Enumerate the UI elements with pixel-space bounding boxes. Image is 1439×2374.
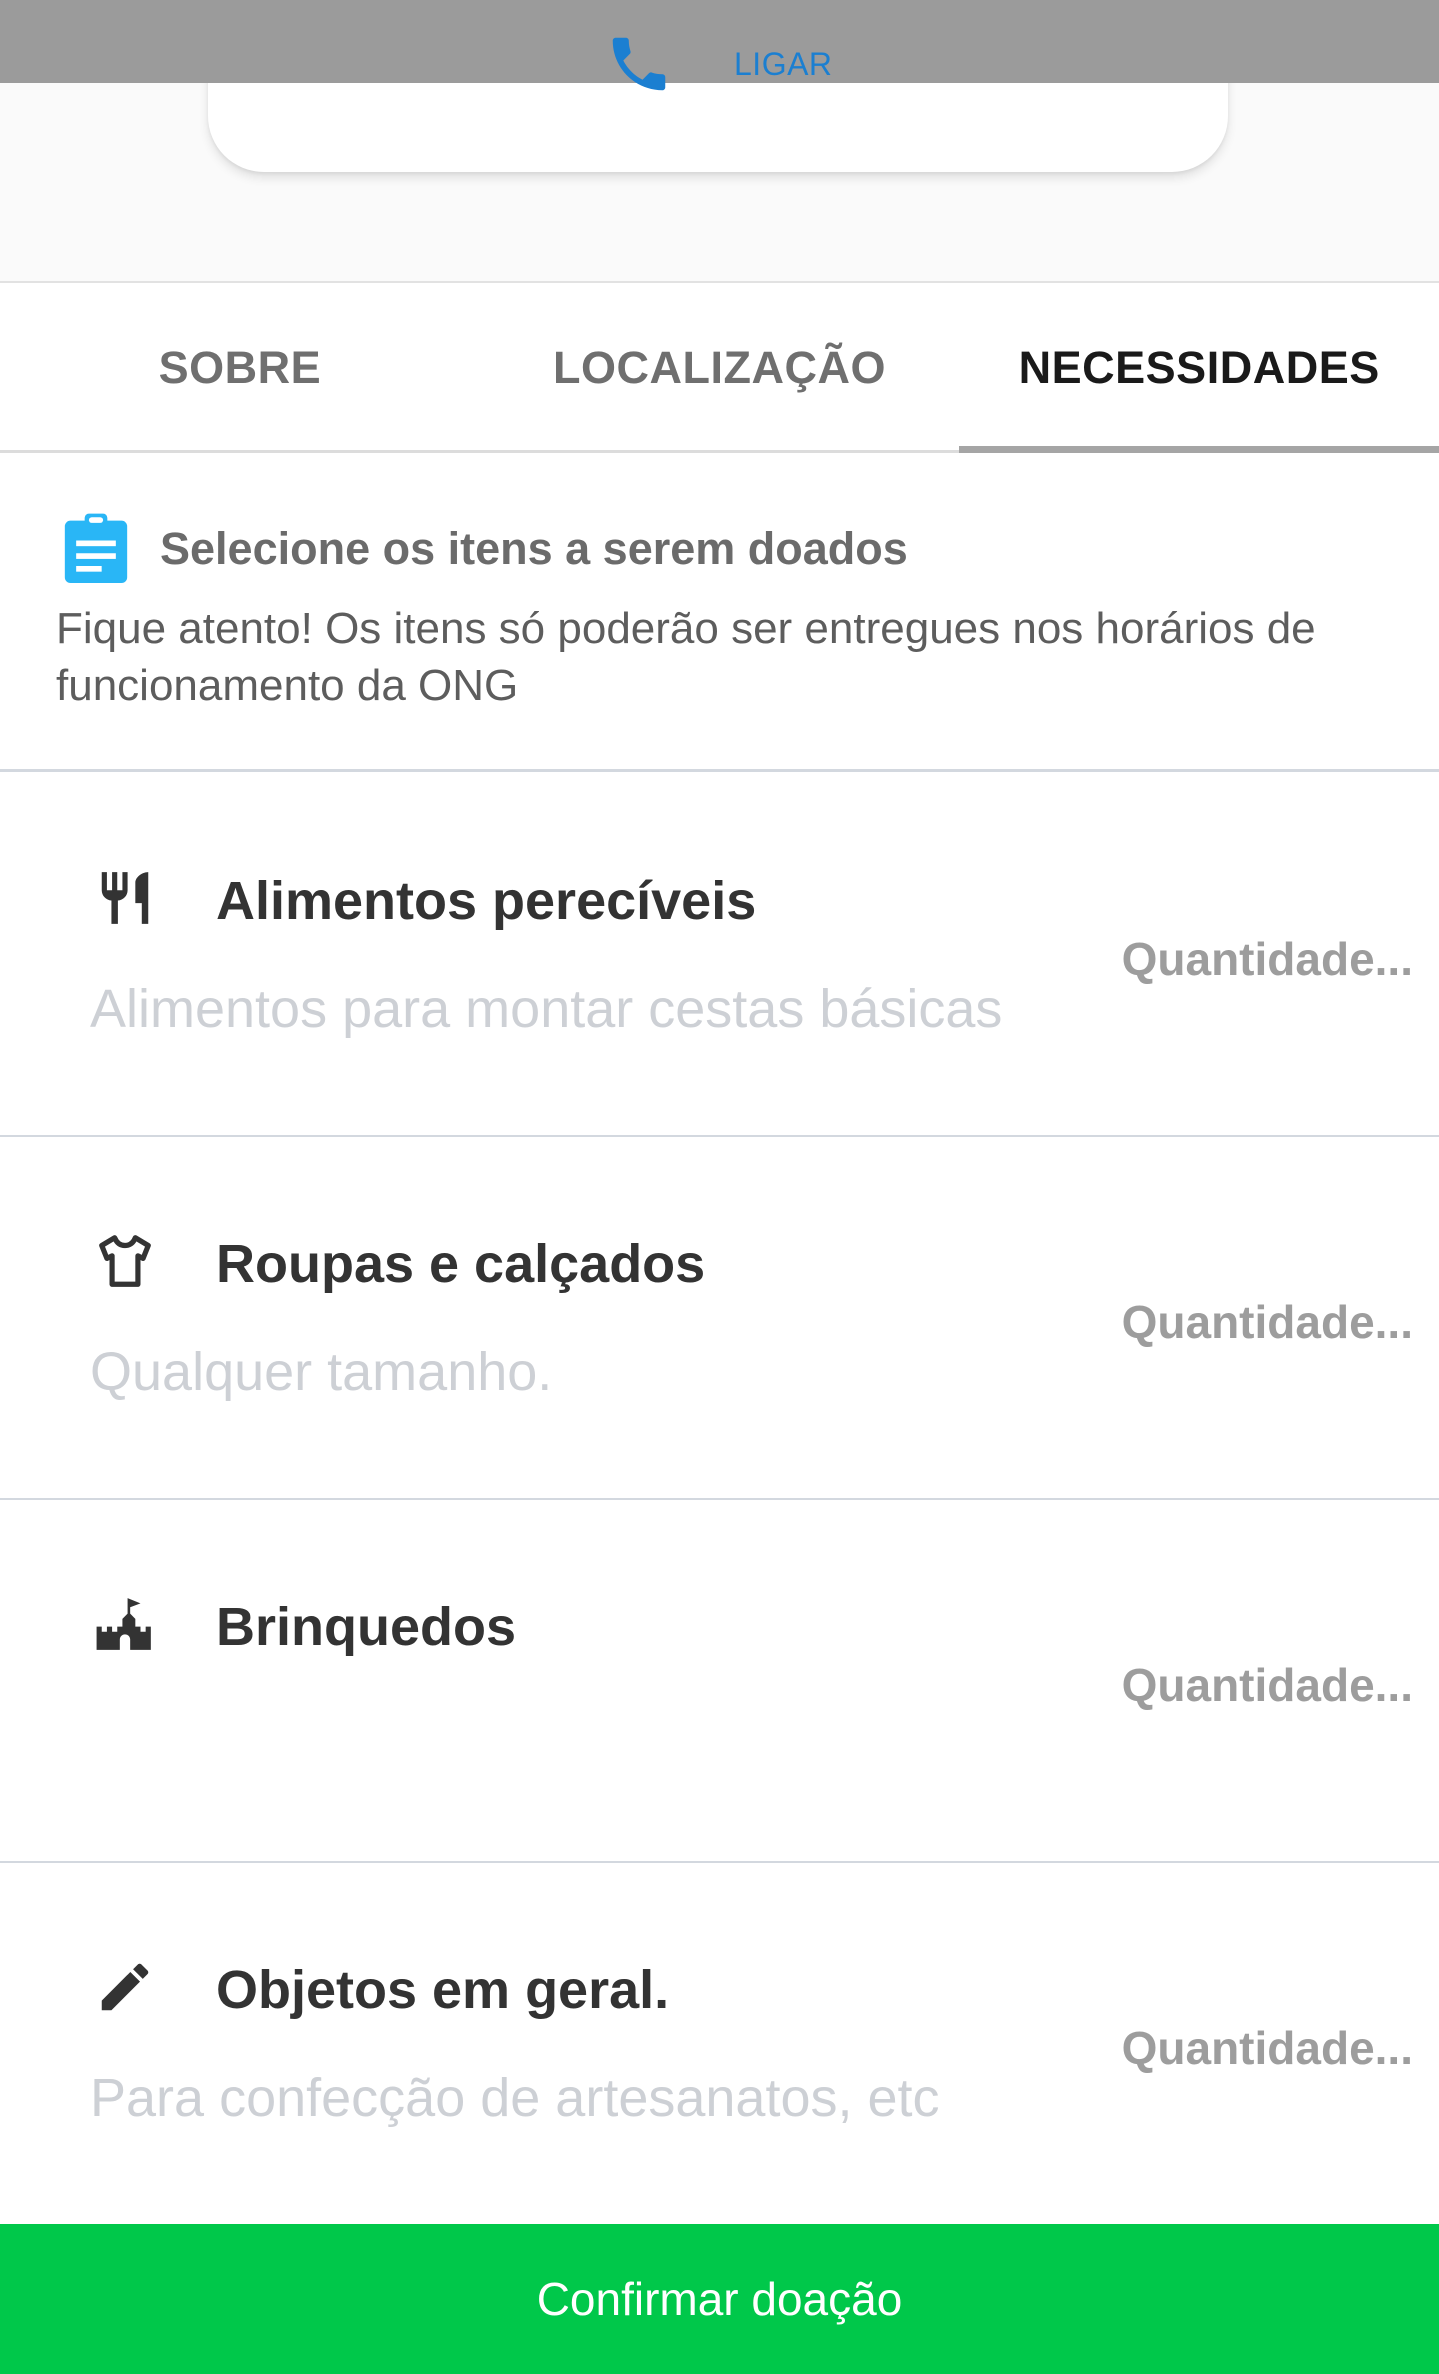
tab-localizacao[interactable]: LOCALIZAÇÃO bbox=[480, 285, 960, 450]
need-item-description: Alimentos para montar cestas básicas bbox=[90, 979, 1003, 1039]
call-label: LIGAR bbox=[734, 45, 833, 82]
fork-knife-icon bbox=[94, 866, 156, 930]
pencil-icon bbox=[94, 1955, 156, 2019]
need-item-description: Para confecção de artesanatos, etc bbox=[90, 2068, 940, 2128]
tab-necessidades[interactable]: NECESSIDADES bbox=[959, 285, 1439, 453]
instructions-title: Selecione os itens a serem doados bbox=[160, 523, 908, 574]
tab-sobre[interactable]: SOBRE bbox=[0, 285, 480, 450]
need-item-title: Brinquedos bbox=[216, 1597, 517, 1657]
tshirt-icon bbox=[94, 1229, 156, 1293]
header-area: LIGAR bbox=[0, 0, 1439, 283]
quantity-input[interactable] bbox=[1093, 1650, 1413, 1720]
instructions-header: Selecione os itens a serem doados bbox=[62, 512, 908, 586]
call-button[interactable]: LIGAR bbox=[604, 28, 833, 100]
need-item-title: Alimentos perecíveis bbox=[216, 871, 757, 931]
need-item-title: Roupas e calçados bbox=[216, 1234, 706, 1294]
need-item[interactable]: Objetos em geral. Para confecção de arte… bbox=[0, 1863, 1439, 2227]
quantity-input[interactable] bbox=[1093, 1287, 1413, 1357]
clipboard-icon bbox=[62, 512, 130, 586]
castle-icon bbox=[94, 1592, 156, 1656]
quantity-input[interactable] bbox=[1093, 2013, 1413, 2083]
need-item-description: Qualquer tamanho. bbox=[90, 1342, 553, 1402]
instructions-panel: Selecione os itens a serem doados Fique … bbox=[0, 456, 1439, 772]
need-item[interactable]: Alimentos perecíveis Alimentos para mont… bbox=[0, 774, 1439, 1138]
instructions-text: Fique atento! Os itens só poderão ser en… bbox=[56, 604, 1316, 710]
phone-icon bbox=[604, 29, 674, 99]
need-item-title: Objetos em geral. bbox=[216, 1960, 670, 2020]
tab-bar: SOBRE LOCALIZAÇÃO NECESSIDADES bbox=[0, 285, 1439, 453]
need-item[interactable]: Brinquedos bbox=[0, 1500, 1439, 1864]
confirm-donation-button[interactable]: Confirmar doação bbox=[0, 2224, 1439, 2374]
screen: LIGAR SOBRE LOCALIZAÇÃO NECESSIDADES Sel… bbox=[0, 0, 1439, 2374]
quantity-input[interactable] bbox=[1093, 924, 1413, 994]
need-item[interactable]: Roupas e calçados Qualquer tamanho. bbox=[0, 1137, 1439, 1501]
